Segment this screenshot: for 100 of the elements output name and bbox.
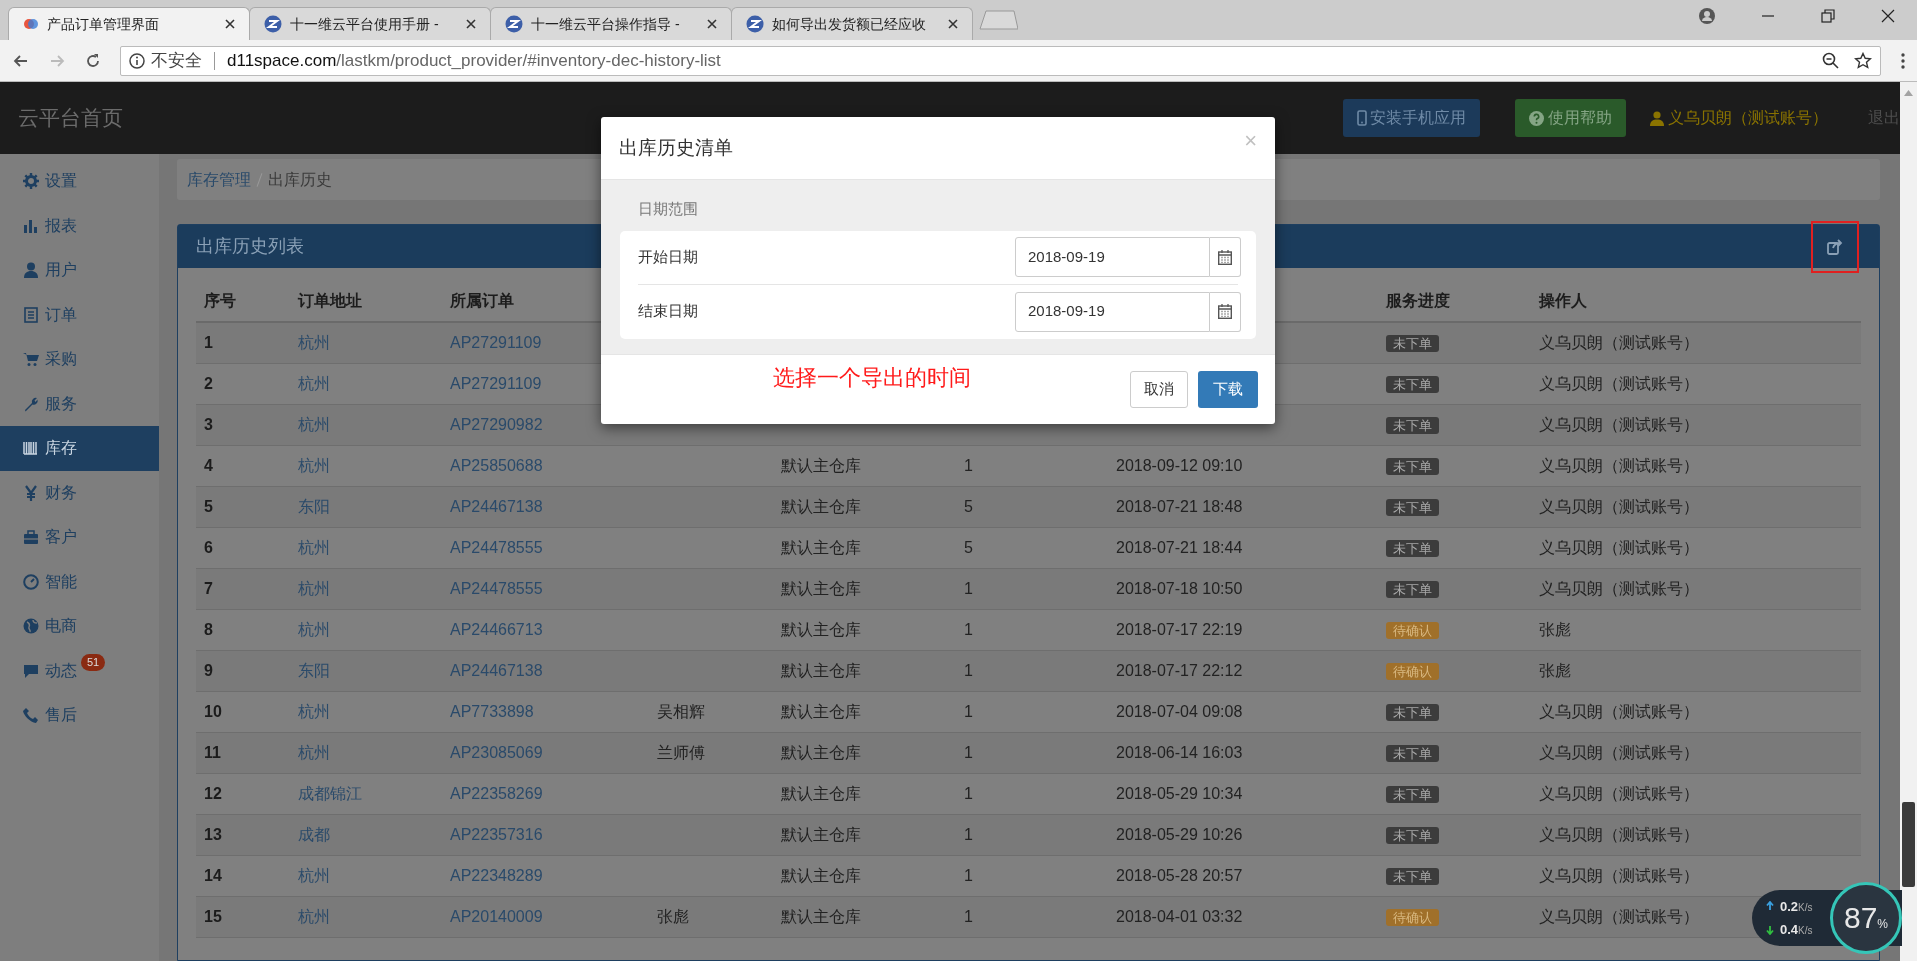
gear-icon xyxy=(23,173,39,190)
cart-icon xyxy=(23,351,39,368)
column-header[interactable]: 服务进度 xyxy=(1378,288,1450,313)
status-badge: 待确认 xyxy=(1386,909,1439,926)
more-icon[interactable] xyxy=(1901,52,1905,69)
calendar-button[interactable] xyxy=(1210,291,1241,332)
calendar-button[interactable] xyxy=(1210,237,1241,277)
address-bar[interactable]: 不安全 d11space.com/lastkm/product_provider/#inventory-dec-history-list xyxy=(120,45,1881,76)
address-link[interactable]: 杭州 xyxy=(298,700,330,724)
close-icon[interactable] xyxy=(707,19,717,29)
chat-icon xyxy=(23,662,39,679)
order-link[interactable]: AP24467138 xyxy=(450,495,543,519)
order-link[interactable]: AP22357316 xyxy=(450,823,543,847)
column-header[interactable]: 所属订单 xyxy=(442,288,514,313)
table-cell-text: 默认主仓库 xyxy=(781,825,861,845)
star-icon[interactable] xyxy=(1854,51,1872,70)
order-link[interactable]: AP24467138 xyxy=(450,659,543,683)
order-link[interactable]: AP23085069 xyxy=(450,741,543,765)
download-button[interactable]: 下载 xyxy=(1198,371,1258,408)
order-link[interactable]: AP27290982 xyxy=(450,413,543,437)
breadcrumb-link[interactable]: 库存管理 xyxy=(187,167,251,192)
table-cell-text: 15 xyxy=(204,907,222,927)
column-header[interactable]: 订单地址 xyxy=(290,288,362,313)
table-cell-text: 1 xyxy=(964,702,973,722)
order-link[interactable]: AP22358269 xyxy=(450,782,543,806)
order-link[interactable]: AP7733898 xyxy=(450,700,534,724)
browser-tab[interactable]: 如何导出发货额已经应收 xyxy=(731,7,973,40)
user-link[interactable]: 义乌贝朗（测试账号） xyxy=(1650,106,1828,130)
sidebar-item[interactable]: 库存 xyxy=(0,426,159,471)
close-icon[interactable] xyxy=(1881,9,1895,23)
address-link[interactable]: 杭州 xyxy=(298,536,330,560)
date-field[interactable]: 2018-09-19 xyxy=(1015,291,1210,332)
table-cell-text: 11 xyxy=(204,743,221,763)
zoom-out-icon[interactable] xyxy=(1822,51,1840,70)
sidebar-item[interactable]: 用户 xyxy=(0,248,159,293)
address-link[interactable]: 杭州 xyxy=(298,741,330,765)
order-link[interactable]: AP24478555 xyxy=(450,577,543,601)
bar-chart-icon xyxy=(23,217,39,234)
order-link[interactable]: AP24466713 xyxy=(450,618,543,642)
account-icon[interactable] xyxy=(1699,8,1715,24)
address-link[interactable]: 杭州 xyxy=(298,413,330,437)
column-header[interactable]: 操作人 xyxy=(1531,288,1587,313)
wrench-icon xyxy=(23,395,39,412)
speed-reading: 0.2K/s xyxy=(1780,897,1813,916)
browser-tab[interactable]: 十一维云平台使用手册 - xyxy=(249,7,491,40)
address-link[interactable]: 杭州 xyxy=(298,618,330,642)
sidebar-item[interactable]: 客户 xyxy=(0,515,159,560)
export-icon[interactable] xyxy=(1827,238,1843,255)
address-link[interactable]: 成都锦江 xyxy=(298,782,362,806)
address-link[interactable]: 杭州 xyxy=(298,577,330,601)
browser-tab[interactable]: 产品订单管理界面 xyxy=(8,7,250,40)
sidebar-item[interactable]: 电商 xyxy=(0,604,159,649)
scrollbar-thumb[interactable] xyxy=(1902,802,1915,887)
address-link[interactable]: 东阳 xyxy=(298,495,330,519)
cancel-button[interactable]: 取消 xyxy=(1130,371,1188,408)
sidebar-item[interactable]: 售后 xyxy=(0,693,159,738)
table-cell-text: 默认主仓库 xyxy=(781,497,861,517)
status-badge: 未下单 xyxy=(1386,581,1439,598)
restore-icon[interactable] xyxy=(1821,9,1835,23)
order-link[interactable]: AP27291109 xyxy=(450,331,542,355)
table-cell-text: 义乌贝朗（测试账号） xyxy=(1539,743,1699,763)
sidebar-item[interactable]: 财务 xyxy=(0,470,159,515)
close-icon[interactable] xyxy=(225,19,235,29)
address-link[interactable]: 杭州 xyxy=(298,331,330,355)
order-link[interactable]: AP22348289 xyxy=(450,864,543,888)
table-cell-text: 义乌贝朗（测试账号） xyxy=(1539,825,1699,845)
address-link[interactable]: 成都 xyxy=(298,823,330,847)
date-field[interactable]: 2018-09-19 xyxy=(1015,237,1210,277)
table-cell-text: 1 xyxy=(964,907,973,927)
sidebar-item[interactable]: 智能 xyxy=(0,559,159,604)
sidebar-item[interactable]: 动态 51 xyxy=(0,648,159,693)
yen-icon xyxy=(23,484,39,501)
column-header[interactable]: 序号 xyxy=(196,288,236,313)
sidebar-item[interactable]: 服务 xyxy=(0,381,159,426)
order-link[interactable]: AP27291109 xyxy=(450,372,542,396)
sidebar-item[interactable]: 报表 xyxy=(0,203,159,248)
order-link[interactable]: AP25850688 xyxy=(450,454,543,478)
order-link[interactable]: AP24478555 xyxy=(450,536,543,560)
sidebar-item[interactable]: 订单 xyxy=(0,292,159,337)
sidebar-item[interactable]: 采购 xyxy=(0,337,159,382)
address-link[interactable]: 东阳 xyxy=(298,659,330,683)
install-app-button[interactable]: 安装手机应用 xyxy=(1343,99,1480,137)
address-link[interactable]: 杭州 xyxy=(298,905,330,929)
table-cell-text: 兰师傅 xyxy=(657,743,705,763)
briefcase-icon xyxy=(23,529,39,546)
address-link[interactable]: 杭州 xyxy=(298,454,330,478)
browser-tab[interactable]: 十一维云平台操作指导 - xyxy=(490,7,732,40)
reload-icon[interactable] xyxy=(84,51,102,70)
address-link[interactable]: 杭州 xyxy=(298,864,330,888)
address-link[interactable]: 杭州 xyxy=(298,372,330,396)
close-icon[interactable] xyxy=(466,19,476,29)
table-cell-text: 2018-05-29 10:34 xyxy=(1116,784,1243,804)
table-cell-text: 8 xyxy=(204,620,213,640)
help-button[interactable]: 使用帮助 xyxy=(1515,99,1626,137)
table-cell-text: 5 xyxy=(204,497,213,517)
order-link[interactable]: AP20140009 xyxy=(450,905,543,929)
close-button[interactable]: × xyxy=(1244,130,1257,152)
sidebar-item[interactable]: 设置 xyxy=(0,159,159,204)
close-icon[interactable] xyxy=(948,19,958,29)
site-title[interactable]: 云平台首页 xyxy=(18,102,123,134)
